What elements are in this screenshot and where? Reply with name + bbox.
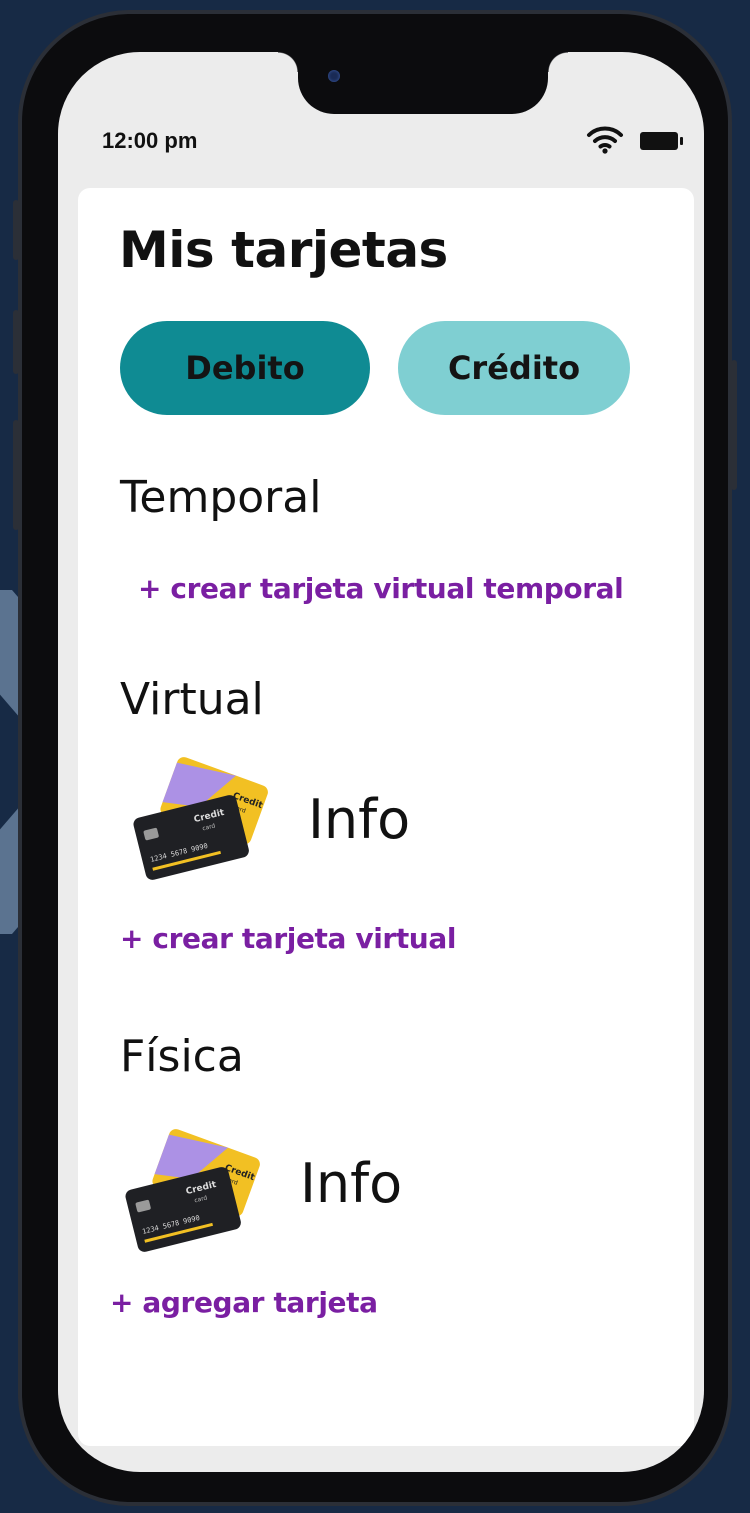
- tab-debito[interactable]: Debito: [120, 321, 370, 415]
- create-virtual-card-link[interactable]: + crear tarjeta virtual: [120, 922, 456, 955]
- credit-card-icon: Credit card Credit card 1234 5678 9090: [125, 1129, 260, 1252]
- battery-icon: [640, 132, 683, 150]
- status-time: 12:00 pm: [102, 128, 198, 153]
- section-heading-fisica: Física: [120, 1031, 244, 1082]
- tab-credito[interactable]: Crédito: [398, 321, 630, 415]
- add-card-link[interactable]: + agregar tarjeta: [110, 1286, 378, 1319]
- section-heading-temporal: Temporal: [120, 472, 322, 523]
- notch: [278, 52, 568, 114]
- content-card: Mis tarjetas Debito Crédito Temporal + c…: [78, 188, 694, 1446]
- credit-card-icon: Credit card Credit card 1234 5678 9090: [133, 757, 268, 880]
- phone-screen: 12:00 pm Mis tarjetas Debito Crédito Tem…: [58, 52, 704, 1472]
- create-temporary-virtual-card-link[interactable]: + crear tarjeta virtual temporal: [138, 572, 624, 605]
- phone-frame: 12:00 pm Mis tarjetas Debito Crédito Tem…: [18, 10, 732, 1506]
- wifi-icon: [587, 126, 623, 154]
- page-title: Mis tarjetas: [119, 221, 448, 279]
- virtual-card-info[interactable]: Info: [308, 788, 410, 851]
- physical-card-info[interactable]: Info: [300, 1152, 402, 1215]
- section-heading-virtual: Virtual: [120, 674, 264, 725]
- front-camera: [328, 70, 340, 82]
